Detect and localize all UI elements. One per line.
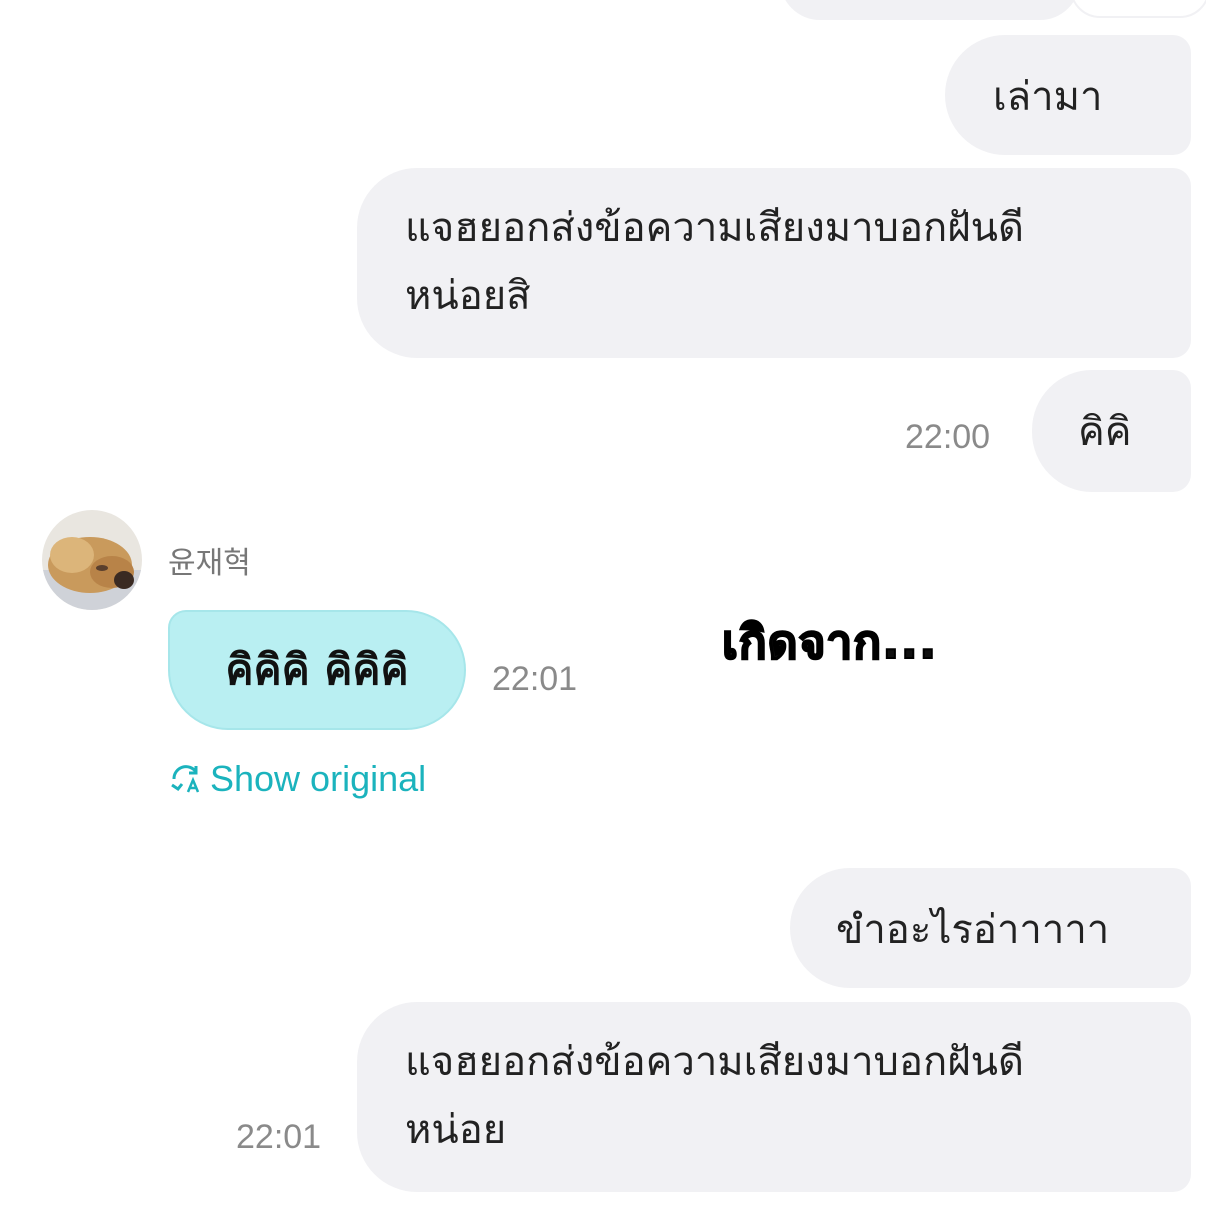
message-text-line: แจฮยอกส่งข้อความเสียงมาบอกฝันดี — [405, 205, 1024, 251]
outgoing-message[interactable]: แจฮยอกส่งข้อความเสียงมาบอกฝันดี หน่อยสิ — [357, 168, 1191, 358]
message-text: เล่ามา — [993, 74, 1103, 120]
outgoing-message[interactable]: แจฮยอกส่งข้อความเสียงมาบอกฝันดี หน่อย — [357, 1002, 1191, 1192]
show-original-label: Show original — [210, 758, 427, 799]
message-text-line: หน่อย — [405, 1107, 507, 1153]
incoming-message[interactable]: คิคิคิ คิคิคิ — [168, 610, 466, 730]
message-text-line: หน่อยสิ — [405, 273, 531, 319]
message-timestamp: 22:00 — [905, 418, 991, 456]
message-text-line: แจฮยอกส่งข้อความเสียงมาบอกฝันดี — [405, 1039, 1024, 1085]
message-timestamp: 22:01 — [236, 1118, 322, 1156]
avatar-dog-photo — [42, 510, 142, 610]
sender-avatar[interactable] — [42, 510, 142, 610]
previous-bubble-right-fragment — [1070, 0, 1206, 18]
show-original-button[interactable]: Show original — [168, 758, 426, 800]
message-text: ขำอะไรอ่าาาาา — [836, 907, 1110, 953]
message-text: คิคิ — [1078, 409, 1132, 455]
outgoing-message[interactable]: คิคิ — [1032, 370, 1191, 492]
translate-icon — [171, 765, 200, 793]
previous-bubble-left-fragment — [780, 0, 1080, 20]
outgoing-message[interactable]: เล่ามา — [945, 35, 1191, 155]
outgoing-message[interactable]: ขำอะไรอ่าาาาา — [790, 868, 1191, 988]
message-timestamp: 22:01 — [492, 660, 578, 698]
overlay-caption: เกิดจาก... — [721, 614, 938, 670]
sender-name: 윤재혁 — [168, 546, 251, 581]
message-text: คิคิคิ คิคิคิ — [225, 645, 409, 694]
